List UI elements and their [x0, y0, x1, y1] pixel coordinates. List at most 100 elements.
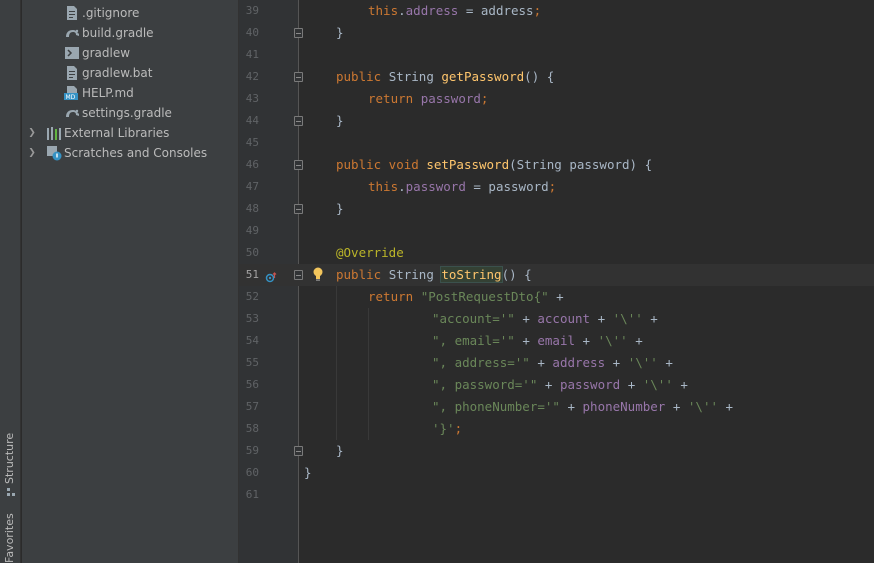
code-text: public String toString() {: [336, 266, 532, 283]
code-token: +: [556, 289, 564, 304]
fold-marker-icon[interactable]: [294, 446, 303, 456]
code-token: () {: [524, 69, 555, 84]
code-line[interactable]: 45: [239, 132, 874, 154]
code-token: +: [522, 333, 538, 348]
fold-marker-icon[interactable]: [294, 116, 303, 126]
fold-marker-icon[interactable]: [294, 204, 303, 214]
line-number: 61: [245, 488, 259, 501]
code-line[interactable]: 46 public void setPassword(String passwor…: [239, 154, 874, 176]
line-number: 58: [245, 422, 259, 435]
shell-script-icon: [64, 45, 80, 61]
code-line[interactable]: 43 return password;: [239, 88, 874, 110]
code-line[interactable]: 57 ", phoneNumber='" + phoneNumber + '\''…: [239, 396, 874, 418]
line-number: 48: [245, 202, 259, 215]
code-token: }: [336, 443, 344, 458]
favorites-tool-tab[interactable]: Favorites: [0, 505, 21, 563]
code-line[interactable]: 59}: [239, 440, 874, 462]
code-line[interactable]: 40}: [239, 22, 874, 44]
code-token: ", address='": [432, 355, 538, 370]
favorites-tab-label: Favorites: [3, 513, 16, 563]
code-token: .: [398, 3, 406, 18]
code-token: +: [627, 333, 643, 348]
code-token: toString: [440, 266, 503, 283]
code-line[interactable]: 51 public String toString() {: [239, 264, 874, 286]
code-line[interactable]: 44}: [239, 110, 874, 132]
code-token: ", phoneNumber='": [432, 399, 568, 414]
code-token: @Override: [336, 245, 404, 260]
code-text: return "PostRequestDto{" +: [368, 289, 564, 304]
tree-item-gradlew[interactable]: gradlew: [22, 43, 238, 63]
code-text: ", address='" + address + '\'' +: [432, 355, 673, 370]
chevron-right-icon[interactable]: ❯: [26, 148, 38, 158]
code-text: public void setPassword(String password)…: [336, 157, 652, 172]
tree-item-build-gradle[interactable]: build.gradle: [22, 23, 238, 43]
code-token: = password: [465, 179, 549, 194]
code-token: +: [544, 377, 560, 392]
code-line[interactable]: 39 this.address = address;: [239, 0, 874, 22]
svg-text:MD: MD: [66, 94, 76, 100]
code-line[interactable]: 42 public String getPassword() {: [239, 66, 874, 88]
tree-item-gradlew-bat[interactable]: gradlew.bat: [22, 63, 238, 83]
code-line[interactable]: 61: [239, 484, 874, 506]
line-number: 39: [245, 4, 259, 17]
code-line[interactable]: 60}: [239, 462, 874, 484]
code-token: ", password='": [432, 377, 545, 392]
tree-item-scratches-and-consoles[interactable]: ❯ Scratches and Consoles: [22, 143, 238, 163]
code-token: +: [718, 399, 734, 414]
code-line[interactable]: 50 @Override: [239, 242, 874, 264]
code-token: "PostRequestDto{": [420, 289, 557, 304]
fold-marker-icon[interactable]: [294, 28, 303, 38]
tree-item-help-md[interactable]: MD HELP.md: [22, 83, 238, 103]
line-number: 60: [245, 466, 259, 479]
line-number: 54: [245, 334, 259, 347]
code-token: return: [368, 289, 421, 304]
override-method-icon[interactable]: [265, 269, 277, 283]
tree-item-label: gradlew.bat: [82, 66, 153, 80]
code-text: '}';: [432, 421, 462, 436]
line-number: 45: [245, 136, 259, 149]
structure-tool-tab[interactable]: Structure: [0, 430, 21, 500]
fold-marker-icon[interactable]: [294, 72, 303, 82]
libraries-icon: [46, 125, 62, 141]
intention-bulb-icon[interactable]: [312, 266, 324, 282]
structure-tab-label: Structure: [3, 432, 16, 484]
line-number: 49: [245, 224, 259, 237]
code-token: address: [552, 355, 606, 370]
code-token: '}': [432, 421, 455, 436]
code-token: '\'': [687, 399, 719, 414]
tool-window-strip: Structure Favorites: [0, 0, 21, 563]
line-number: 51: [245, 268, 259, 281]
code-token: public void: [336, 157, 427, 172]
code-line[interactable]: 54 ", email='" + email + '\'' +: [239, 330, 874, 352]
tree-item-settings-gradle[interactable]: settings.gradle: [22, 103, 238, 123]
code-text: }: [304, 465, 312, 480]
chevron-right-icon[interactable]: ❯: [26, 128, 38, 138]
fold-marker-icon[interactable]: [294, 270, 303, 280]
code-token: ;: [548, 179, 557, 194]
code-line[interactable]: 53 "account='" + account + '\'' +: [239, 308, 874, 330]
code-token: }: [336, 113, 344, 128]
tree-item-label: Scratches and Consoles: [64, 146, 208, 160]
code-text: return password;: [368, 91, 488, 106]
code-line[interactable]: 41: [239, 44, 874, 66]
code-line[interactable]: 49: [239, 220, 874, 242]
code-token: +: [605, 355, 628, 370]
project-tree-panel: .gitignore build.gradle gradlew gradlew.bat…: [22, 0, 239, 563]
code-line[interactable]: 48}: [239, 198, 874, 220]
code-line[interactable]: 55 ", address='" + address + '\'' +: [239, 352, 874, 374]
code-token: this: [368, 179, 399, 194]
tree-item-external-libraries[interactable]: ❯ External Libraries: [22, 123, 238, 143]
code-line[interactable]: 52 return "PostRequestDto{" +: [239, 286, 874, 308]
code-token: '\'': [627, 355, 658, 370]
fold-marker-icon[interactable]: [294, 160, 303, 170]
code-text: public String getPassword() {: [336, 69, 554, 84]
text-file-icon: [64, 5, 80, 21]
code-token: +: [665, 399, 688, 414]
code-line[interactable]: 58 '}';: [239, 418, 874, 440]
code-line[interactable]: 56 ", password='" + password + '\'' +: [239, 374, 874, 396]
code-token: +: [672, 377, 688, 392]
tree-item-label: .gitignore: [82, 6, 140, 20]
tree-item-gitignore[interactable]: .gitignore: [22, 3, 238, 23]
code-editor[interactable]: 39 this.address = address; 40} 41 42 public S…: [239, 0, 874, 563]
code-line[interactable]: 47 this.password = password;: [239, 176, 874, 198]
